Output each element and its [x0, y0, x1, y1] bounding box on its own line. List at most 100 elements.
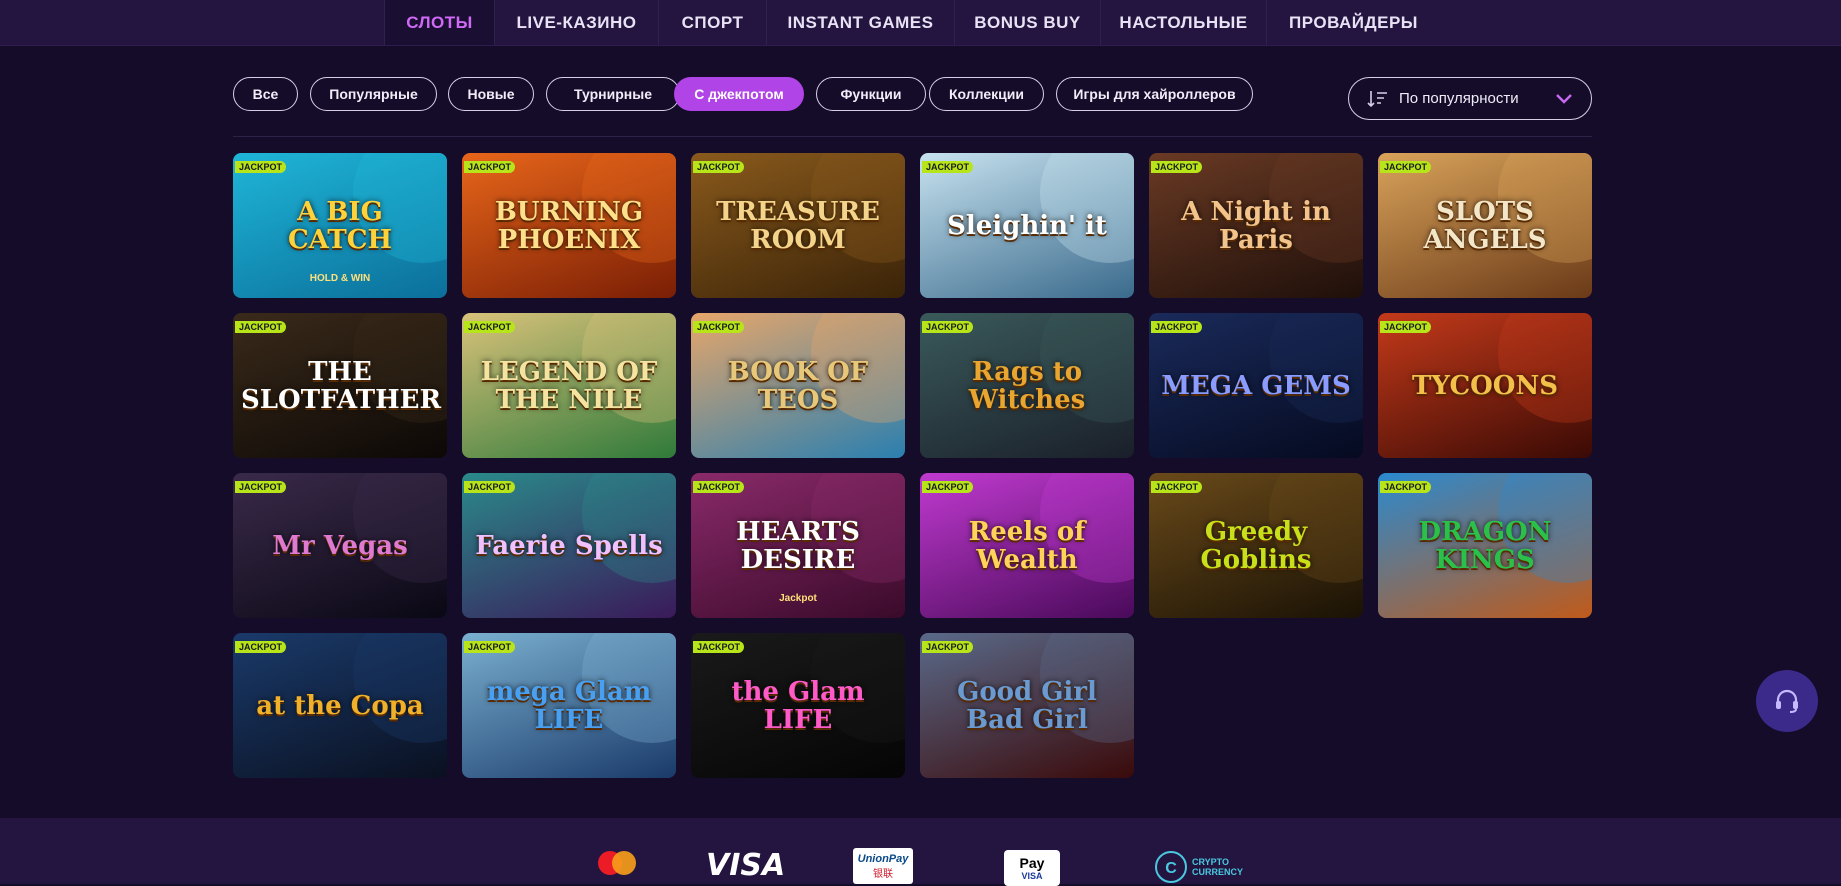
jackpot-badge: JACKPOT — [922, 321, 974, 333]
sort-dropdown[interactable]: По популярности — [1348, 77, 1592, 120]
jackpot-badge: JACKPOT — [1380, 321, 1432, 333]
jackpot-badge: JACKPOT — [1380, 161, 1432, 173]
game-title: Good Girl Bad Girl — [957, 676, 1097, 735]
game-tile[interactable]: JACKPOT Rags to Witches — [920, 313, 1134, 458]
game-tile[interactable]: JACKPOT A Night in Paris — [1149, 153, 1363, 298]
divider — [233, 136, 1592, 137]
game-tile[interactable]: JACKPOT MEGA GEMS — [1149, 313, 1363, 458]
game-tile[interactable]: JACKPOT SLOTS ANGELS — [1378, 153, 1592, 298]
game-title: at the Copa — [256, 690, 424, 721]
game-tile[interactable]: JACKPOT TYCOONS — [1378, 313, 1592, 458]
tab-3[interactable]: INSTANT GAMES — [766, 0, 954, 45]
jackpot-badge: JACKPOT — [464, 481, 516, 493]
game-tile[interactable]: JACKPOT TREASURE ROOM — [691, 153, 905, 298]
filter-chip-3[interactable]: Турнирные — [546, 77, 680, 111]
unionpay-logo: UnionPay 银联 — [853, 848, 913, 884]
game-title: TYCOONS — [1412, 370, 1558, 401]
headset-icon — [1776, 689, 1798, 713]
game-title: SLOTS ANGELS — [1423, 196, 1547, 255]
jackpot-badge: JACKPOT — [922, 481, 974, 493]
game-title: THE SLOTFATHER — [241, 356, 442, 415]
game-tile[interactable]: JACKPOT the Glam LIFE — [691, 633, 905, 778]
sort-label: По популярности — [1399, 90, 1519, 107]
jackpot-badge: JACKPOT — [922, 641, 974, 653]
jackpot-badge: JACKPOT — [235, 481, 287, 493]
game-tile[interactable]: JACKPOT Sleighin' it — [920, 153, 1134, 298]
apple-pay-logo: Pay VISA — [1004, 850, 1060, 886]
sort-icon — [1367, 90, 1387, 107]
svg-text:C: C — [1165, 860, 1177, 877]
game-title: DRAGON KINGS — [1418, 516, 1552, 575]
game-title: A BIG CATCH — [287, 196, 393, 255]
game-tile[interactable]: JACKPOT Greedy Goblins — [1149, 473, 1363, 618]
mastercard-logo — [596, 850, 638, 876]
game-tile[interactable]: JACKPOT Mr Vegas — [233, 473, 447, 618]
jackpot-badge: JACKPOT — [464, 321, 516, 333]
game-title: A Night in Paris — [1181, 196, 1331, 255]
game-title: Reels of Wealth — [968, 516, 1086, 575]
filter-chip-7[interactable]: Игры для хайроллеров — [1056, 77, 1253, 111]
game-title: the Glam LIFE — [731, 676, 865, 735]
jackpot-badge: JACKPOT — [464, 641, 516, 653]
jackpot-badge: JACKPOT — [922, 161, 974, 173]
game-tile[interactable]: JACKPOT BOOK OF TEOS — [691, 313, 905, 458]
tile-glow — [353, 473, 447, 583]
crypto-icon: C — [1155, 851, 1187, 883]
jackpot-badge: JACKPOT — [1151, 321, 1203, 333]
tab-6[interactable]: ПРОВАЙДЕРЫ — [1266, 0, 1440, 45]
tile-glow — [353, 633, 447, 743]
game-tile[interactable]: JACKPOT LEGEND OF THE NILE — [462, 313, 676, 458]
filter-chip-5[interactable]: Функции — [816, 77, 926, 111]
filter-chip-4[interactable]: С джекпотом — [674, 77, 804, 111]
game-tile[interactable]: JACKPOT at the Copa — [233, 633, 447, 778]
game-tile[interactable]: JACKPOT HEARTS DESIRE Jackpot — [691, 473, 905, 618]
jackpot-badge: JACKPOT — [1380, 481, 1432, 493]
tile-glow — [1269, 313, 1363, 423]
category-tabs: СЛОТЫ LIVE-КАЗИНО СПОРТ INSTANT GAMES BONUS … — [384, 0, 1440, 45]
game-title: Rags to Witches — [968, 356, 1086, 415]
tab-0[interactable]: СЛОТЫ — [384, 0, 494, 45]
jackpot-badge: JACKPOT — [235, 321, 287, 333]
game-tile[interactable]: JACKPOT Faerie Spells — [462, 473, 676, 618]
tab-1[interactable]: LIVE-КАЗИНО — [494, 0, 658, 45]
jackpot-badge: JACKPOT — [693, 641, 745, 653]
jackpot-badge: JACKPOT — [235, 161, 287, 173]
game-tile[interactable]: JACKPOT mega Glam LIFE — [462, 633, 676, 778]
jackpot-badge: JACKPOT — [693, 481, 745, 493]
game-tile[interactable]: JACKPOT Reels of Wealth — [920, 473, 1134, 618]
jackpot-badge: JACKPOT — [1151, 161, 1203, 173]
footer: VISA UnionPay 银联 Pay VISA C CRYPTO CURRE… — [0, 818, 1841, 886]
tab-5[interactable]: НАСТОЛЬНЫЕ — [1100, 0, 1266, 45]
tab-2[interactable]: СПОРТ — [658, 0, 766, 45]
game-subtitle: HOLD & WIN — [309, 273, 371, 284]
game-title: Sleighin' it — [947, 210, 1107, 241]
filter-chip-6[interactable]: Коллекции — [929, 77, 1044, 111]
game-title: LEGEND OF THE NILE — [480, 356, 658, 415]
game-title: BURNING PHOENIX — [494, 196, 644, 255]
tile-glow — [1040, 153, 1134, 263]
tile-glow — [582, 473, 676, 583]
game-title: mega Glam LIFE — [486, 676, 652, 735]
game-title: Mr Vegas — [272, 530, 408, 561]
filter-chip-1[interactable]: Популярные — [310, 77, 437, 111]
game-tile[interactable]: JACKPOT Good Girl Bad Girl — [920, 633, 1134, 778]
game-title: MEGA GEMS — [1161, 370, 1351, 401]
game-tile[interactable]: JACKPOT A BIG CATCH HOLD & WIN — [233, 153, 447, 298]
filter-chip-2[interactable]: Новые — [448, 77, 534, 111]
jackpot-badge: JACKPOT — [693, 161, 745, 173]
visa-logo: VISA — [706, 848, 786, 883]
jackpot-badge: JACKPOT — [235, 641, 287, 653]
game-tile[interactable]: JACKPOT THE SLOTFATHER — [233, 313, 447, 458]
jackpot-badge: JACKPOT — [464, 161, 516, 173]
filter-chip-0[interactable]: Все — [233, 77, 298, 111]
tile-glow — [1498, 313, 1592, 423]
support-button[interactable] — [1756, 670, 1818, 732]
game-title: HEARTS DESIRE — [736, 516, 860, 575]
crypto-logo: C CRYPTO CURRENCY — [1154, 850, 1243, 884]
chevron-down-icon — [1556, 93, 1572, 104]
game-tile[interactable]: JACKPOT DRAGON KINGS — [1378, 473, 1592, 618]
game-title: BOOK OF TEOS — [727, 356, 869, 415]
tab-4[interactable]: BONUS BUY — [954, 0, 1100, 45]
game-title: Greedy Goblins — [1200, 516, 1312, 575]
game-tile[interactable]: JACKPOT BURNING PHOENIX — [462, 153, 676, 298]
